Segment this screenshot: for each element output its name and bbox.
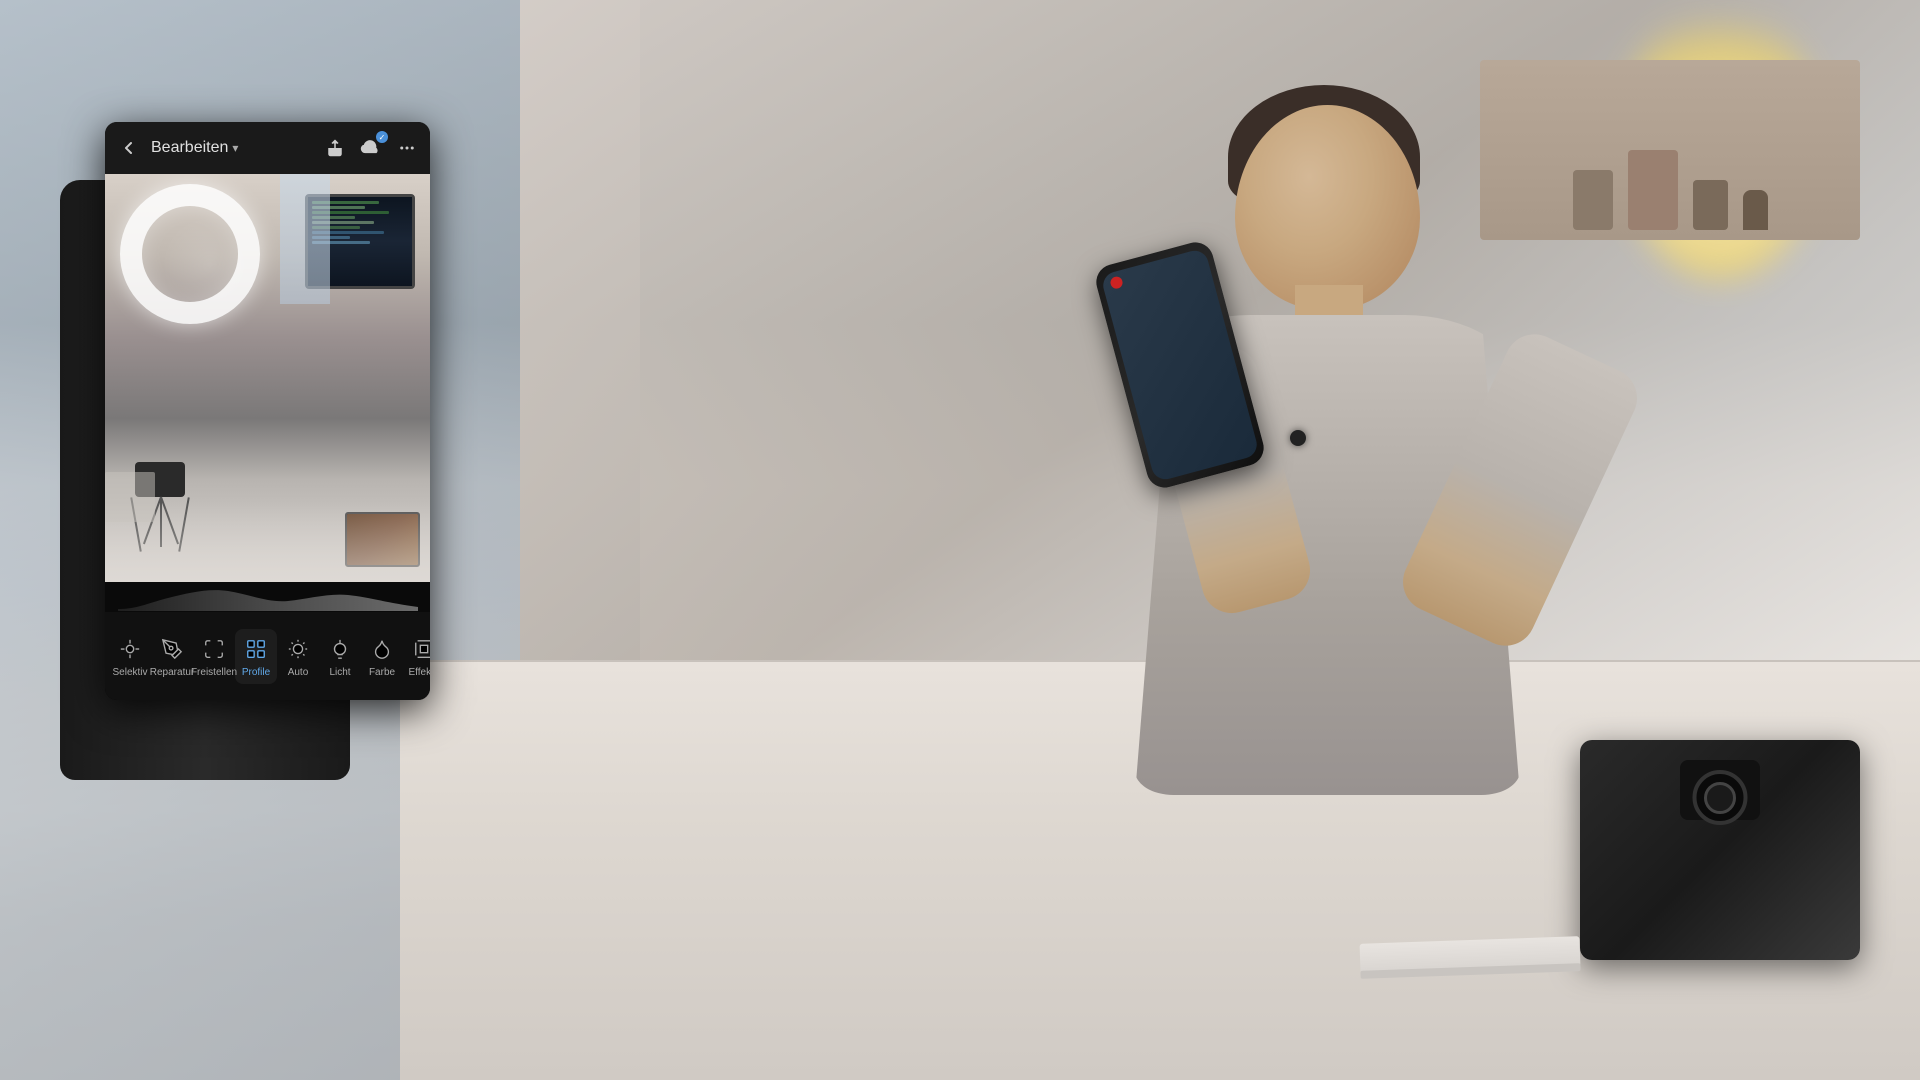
selektiv-label: Selektiv bbox=[113, 667, 148, 678]
licht-label: Licht bbox=[329, 667, 350, 678]
shelf-area bbox=[1480, 60, 1860, 240]
profile-label: Profile bbox=[242, 667, 270, 678]
toolbar-item-freistellen[interactable]: Freistellen bbox=[193, 629, 235, 684]
header-title: Bearbeiten ▾ bbox=[151, 139, 314, 157]
farbe-label: Farbe bbox=[369, 667, 395, 678]
licht-icon bbox=[326, 635, 354, 663]
toolbar-item-profile[interactable]: Profile bbox=[235, 629, 277, 684]
toolbar-item-effekte[interactable]: Effekte bbox=[403, 629, 430, 684]
phone-header: Bearbeiten ▾ ✓ bbox=[105, 122, 430, 174]
phone-toolbar: Selektiv Reparatur bbox=[105, 612, 430, 700]
scene: Bearbeiten ▾ ✓ bbox=[0, 0, 1920, 1080]
toolbar-item-selektiv[interactable]: Selektiv bbox=[109, 629, 151, 684]
more-button[interactable] bbox=[394, 135, 420, 161]
header-actions: ✓ bbox=[322, 135, 420, 161]
toolbar-item-farbe[interactable]: Farbe bbox=[361, 629, 403, 684]
auto-label: Auto bbox=[288, 667, 309, 678]
freistellen-label: Freistellen bbox=[191, 667, 237, 678]
reparatur-icon bbox=[158, 635, 186, 663]
ring-light-inner bbox=[162, 216, 258, 312]
auto-icon bbox=[284, 635, 312, 663]
window-in-photo bbox=[280, 174, 330, 304]
freistellen-icon bbox=[200, 635, 228, 663]
radiator-in-photo bbox=[105, 472, 155, 522]
farbe-icon bbox=[368, 635, 396, 663]
effekte-label: Effekte bbox=[409, 667, 430, 678]
camera-object bbox=[1580, 740, 1860, 960]
cloud-button[interactable]: ✓ bbox=[358, 135, 384, 161]
histogram-svg bbox=[118, 583, 418, 611]
phone-ui: Bearbeiten ▾ ✓ bbox=[105, 122, 430, 700]
reparatur-label: Reparatur bbox=[150, 667, 194, 678]
desk-notebook bbox=[1360, 936, 1581, 974]
share-button[interactable] bbox=[322, 135, 348, 161]
phone-photo-area bbox=[105, 174, 430, 582]
selektiv-icon bbox=[116, 635, 144, 663]
header-title-text: Bearbeiten bbox=[151, 139, 228, 157]
profile-icon bbox=[242, 635, 270, 663]
phone-red-indicator bbox=[1109, 275, 1124, 290]
back-button[interactable] bbox=[115, 134, 143, 162]
toolbar-item-reparatur[interactable]: Reparatur bbox=[151, 629, 193, 684]
header-chevron: ▾ bbox=[232, 141, 238, 155]
effekte-icon bbox=[410, 635, 430, 663]
cloud-badge: ✓ bbox=[376, 131, 388, 143]
histogram-strip bbox=[105, 582, 430, 612]
toolbar-item-auto[interactable]: Auto bbox=[277, 629, 319, 684]
toolbar-item-licht[interactable]: Licht bbox=[319, 629, 361, 684]
